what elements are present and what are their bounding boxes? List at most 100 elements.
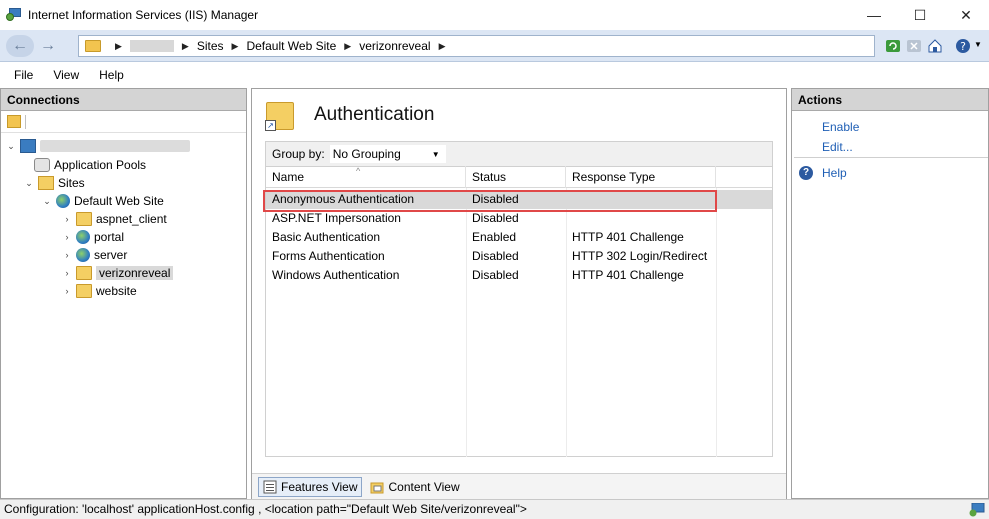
tree-item-verizonreveal[interactable]: › verizonreveal [61,264,174,282]
features-view-icon [263,480,277,493]
tree-item-aspnet-client[interactable]: › aspnet_client [61,210,167,228]
cell-name: Windows Authentication [272,268,400,282]
chevron-down-icon[interactable]: ⌄ [41,196,53,207]
stop-icon[interactable] [906,38,922,54]
tree-application-pools[interactable]: Application Pools [31,156,146,174]
tree-server-node[interactable]: ⌄ [5,137,190,155]
chevron-right-icon[interactable]: › [61,214,73,224]
column-header-response-type[interactable]: Response Type [566,166,716,188]
address-bar: ← → ▶ ▶ Sites ▶ Default Web Site ▶ veriz… [0,30,989,62]
refresh-icon[interactable] [885,38,901,54]
cell-name: Basic Authentication [272,230,381,244]
web-application-icon [76,230,90,244]
menu-help[interactable]: Help [99,68,124,82]
cell-status: Disabled [472,249,519,263]
connections-header: Connections [1,89,246,111]
tab-content-view[interactable]: Content View [366,477,463,497]
sites-icon [38,176,54,190]
actions-divider [794,157,988,158]
chevron-down-icon[interactable]: ▼ [974,40,982,49]
action-edit[interactable]: Edit... [822,140,853,154]
table-row[interactable]: Windows Authentication Disabled HTTP 401… [266,266,772,285]
tree-default-web-site[interactable]: ⌄ Default Web Site [41,192,164,210]
content-view-icon [370,482,384,493]
tree-item-website[interactable]: › website [61,282,137,300]
chevron-down-icon: ▼ [431,149,440,159]
breadcrumb-separator-icon: ▶ [344,40,352,51]
minimize-button[interactable]: — [851,0,897,30]
page-title: Authentication [314,104,435,125]
web-application-icon [76,248,90,262]
group-by-bar: Group by: No Grouping ▼ [265,141,773,167]
back-arrow-icon: ← [12,37,28,54]
tree-label: portal [94,230,125,244]
maximize-button[interactable]: ☐ [897,0,943,30]
title-bar: Internet Information Services (IIS) Mana… [0,0,989,30]
tree-sites[interactable]: ⌄ Sites [23,174,85,192]
column-header-status[interactable]: Status [466,166,566,188]
connection-status-icon [969,503,985,517]
cell-status: Enabled [472,230,517,244]
cell-response: HTTP 302 Login/Redirect [572,249,708,263]
tree-item-server[interactable]: › server [61,246,127,264]
cell-response: HTTP 401 Challenge [572,230,684,244]
status-bar: Configuration: 'localhost' applicationHo… [0,499,989,519]
breadcrumb-separator-icon: ▶ [181,40,189,51]
tree-label: Default Web Site [74,194,164,208]
column-label: Name [272,170,305,184]
toolbar-divider [25,115,26,129]
chevron-right-icon[interactable]: › [61,232,73,242]
connections-panel: Connections ⌄ Application Pools ⌄ Sites … [0,88,247,499]
chevron-down-icon[interactable]: ⌄ [5,141,17,152]
connections-toolbar [1,111,246,133]
back-button[interactable]: ← [6,35,34,57]
actions-header: Actions [792,89,988,111]
close-button[interactable]: ✕ [943,0,989,30]
breadcrumb-default-web-site[interactable]: Default Web Site [246,39,336,53]
virtual-directory-icon [76,284,92,298]
forward-button[interactable]: → [34,35,62,57]
home-icon[interactable] [927,38,943,54]
tab-label: Features View [281,479,358,494]
tree-item-portal[interactable]: › portal [61,228,124,246]
menu-bar: File View Help [0,63,989,87]
help-icon: ? [799,166,813,180]
application-pools-icon [34,158,50,172]
group-by-select[interactable]: No Grouping ▼ [328,144,447,164]
server-icon [20,139,36,153]
breadcrumb-separator-icon: ▶ [231,40,239,51]
virtual-directory-icon [76,266,92,280]
chevron-right-icon[interactable]: › [61,250,73,260]
window-title: Internet Information Services (IIS) Mana… [28,8,259,22]
breadcrumb-sites[interactable]: Sites [197,39,224,53]
chevron-right-icon[interactable]: › [61,268,73,278]
tab-label: Content View [388,479,460,494]
redacted-host [40,140,190,152]
iis-app-icon [6,8,22,22]
connect-icon[interactable] [7,115,21,128]
breadcrumb[interactable]: ▶ ▶ Sites ▶ Default Web Site ▶ verizonre… [78,35,875,57]
svg-text:?: ? [960,40,966,53]
globe-icon [56,194,70,208]
action-enable[interactable]: Enable [822,120,859,134]
menu-view[interactable]: View [53,68,79,82]
chevron-right-icon[interactable]: › [61,286,73,296]
menu-file[interactable]: File [14,68,33,82]
redacted-host [129,40,174,52]
action-help[interactable]: ? Help [799,166,847,180]
cell-response: HTTP 401 Challenge [572,268,684,282]
help-label: Help [822,166,847,180]
chevron-down-icon[interactable]: ⌄ [23,178,35,189]
actions-panel: Actions Enable Edit... ? Help [791,88,989,499]
tab-features-view[interactable]: Features View [258,476,363,497]
tree-label-selected: verizonreveal [96,266,174,280]
table-row[interactable]: Basic Authentication Enabled HTTP 401 Ch… [266,228,772,247]
tree-label: aspnet_client [96,212,167,226]
table-row[interactable]: Forms Authentication Disabled HTTP 302 L… [266,247,772,266]
column-header-name[interactable]: Name ^ [266,166,466,188]
status-text: Configuration: 'localhost' applicationHo… [4,502,527,516]
breadcrumb-verizonreveal[interactable]: verizonreveal [359,39,430,53]
cell-status: Disabled [472,268,519,282]
folder-icon [76,212,92,226]
help-dropdown-icon[interactable]: ? [955,38,971,54]
